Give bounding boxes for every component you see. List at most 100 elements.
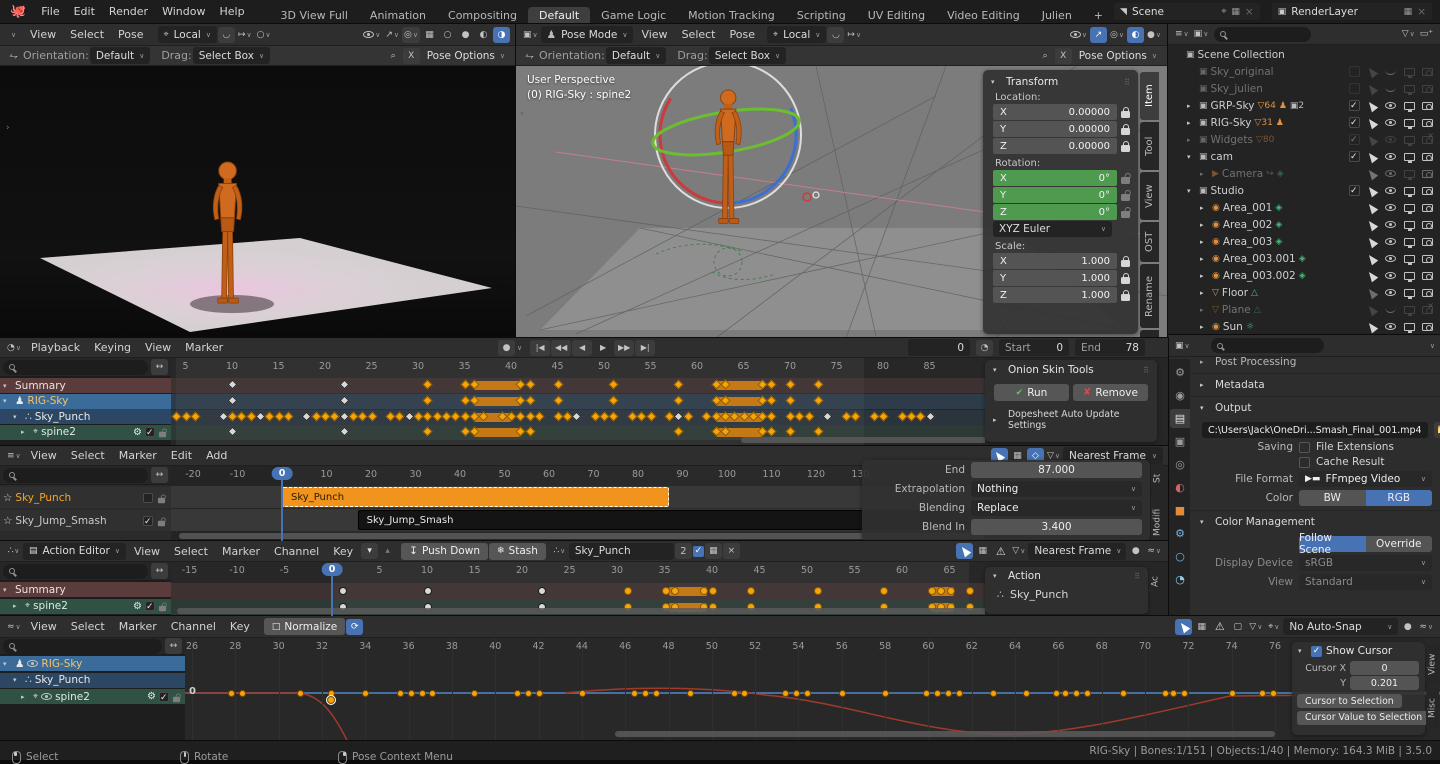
outliner-row-studio[interactable]: ▾▣Studio✓ [1168,182,1440,199]
ruler-tick[interactable]: 30 [611,565,623,576]
channel-search-input[interactable] [3,360,148,375]
menu-file[interactable]: File [34,4,66,19]
disclosure-icon[interactable]: ▾ [13,676,22,684]
disable-render-icon[interactable] [1422,187,1433,195]
menu-edit[interactable]: Edit [67,4,102,19]
disclosure-icon[interactable]: ▾ [13,413,22,421]
ruler-tick[interactable]: 50 [706,641,718,652]
keyframe-selected[interactable] [966,587,974,595]
menu-select[interactable]: Select [63,27,111,42]
disable-viewport-icon[interactable] [1404,289,1415,297]
override-button[interactable]: Override [1366,536,1433,552]
hide-eye-icon[interactable] [1385,221,1396,228]
outliner-row-sky-julien[interactable]: ▣Sky_julien [1168,80,1440,97]
disclosure-icon[interactable]: ▸ [1200,306,1209,314]
curve-keyframe[interactable] [239,690,246,697]
disable-render-icon[interactable] [1422,170,1433,178]
disable-viewport-icon[interactable] [1404,136,1415,144]
ruler-tick[interactable]: 36 [403,641,415,652]
keyframe-selected[interactable] [662,587,670,595]
render-layer-selector[interactable]: ▣ RenderLayer ▦ × [1272,3,1432,20]
disable-viewport-icon[interactable] [1404,272,1415,280]
hide-eye-icon[interactable] [1385,187,1396,194]
playhead[interactable] [331,576,333,616]
properties-tab-world[interactable]: ◐ [1170,478,1190,497]
gizmo-dropdown[interactable]: ↗ [1090,27,1107,43]
menu-select[interactable]: Select [167,544,215,559]
keyframe-selected[interactable] [814,587,822,595]
curve-keyframe[interactable] [956,690,963,697]
ruler-tick[interactable]: 10 [320,469,332,480]
play-button[interactable]: ▶ [593,340,613,356]
disable-render-icon[interactable] [1422,102,1433,110]
section-collapse-icon[interactable]: ▸ [1200,381,1209,389]
current-frame-indicator[interactable]: 0 [272,467,293,480]
proportional-edit-dropdown[interactable]: ○∨ [255,27,273,43]
ruler-tick[interactable]: 80 [632,469,644,480]
curve-keyframe[interactable] [525,690,532,697]
menu-help[interactable]: Help [212,4,251,19]
disclosure-icon[interactable]: ▾ [3,382,12,390]
ruler-tick[interactable]: 35 [658,565,670,576]
curve-keyframe[interactable] [536,690,543,697]
channel-sky-punch[interactable]: ▾∴Sky_Punch [0,409,171,424]
disclosure-icon[interactable]: ▸ [21,428,30,436]
star-icon[interactable]: ☆ [3,492,12,504]
disclosure-icon[interactable]: ▾ [1187,187,1196,195]
disable-viewport-icon[interactable] [1404,238,1415,246]
ruler-tick[interactable]: 68 [1096,641,1108,652]
ruler-tick[interactable]: 15 [272,361,284,372]
ruler-tick[interactable]: 55 [848,565,860,576]
hide-eye-icon[interactable] [1385,136,1396,143]
proportional-edit-dropdown[interactable]: ● [1399,619,1416,635]
disable-render-icon[interactable] [1422,221,1433,229]
unlink-action-button[interactable]: × [723,543,740,559]
pin-icon[interactable]: ⌖ [33,692,38,702]
disclosure-icon[interactable]: ▾ [3,660,12,668]
blend-in-field[interactable]: 3.400 [971,519,1142,535]
exclude-checkbox[interactable]: ✓ [1349,100,1360,111]
disclosure-icon[interactable]: ▸ [1200,170,1209,178]
channel-lock-icon[interactable] [159,432,166,438]
keyframe-selected[interactable] [937,587,945,595]
curve-keyframe[interactable] [228,690,235,697]
channel-search-input[interactable] [3,639,162,654]
stash-button[interactable]: ❄Stash [489,543,546,560]
ruler-tick[interactable]: 54 [792,641,804,652]
editor-type-dropdown[interactable]: ≡∨ [5,448,23,464]
menu-edit[interactable]: Edit [164,448,199,463]
outliner-row-widgets[interactable]: ▸▣Widgets▽80✓ [1168,131,1440,148]
exclude-checkbox[interactable]: ✓ [1349,134,1360,145]
new-collection-button[interactable]: ▭⁺ [1418,26,1435,42]
ruler-tick[interactable]: 30 [412,361,424,372]
disable-viewport-icon[interactable] [1404,85,1415,93]
box-select-icon[interactable]: ▦ [1193,619,1210,635]
ruler-tick[interactable]: 48 [662,641,674,652]
shading-menu[interactable]: ●∨ [1145,27,1163,43]
selectable-icon[interactable] [1366,150,1378,163]
ghost-curves-icon[interactable]: ▢ [1229,619,1246,635]
ruler-tick[interactable]: 70 [784,361,796,372]
hide-eye-icon[interactable] [1385,170,1396,177]
sidebar-tab-tool[interactable]: Tool [1140,122,1159,170]
curve-keyframe[interactable] [642,690,649,697]
action-keyframe-area[interactable]: -15-10-5051015202530354045505560650 [171,562,985,616]
ruler-tick[interactable]: 62 [966,641,978,652]
next-keyframe-button[interactable]: ▶▶ [614,340,634,356]
properties-search-input[interactable] [1211,338,1324,353]
pose-options-dropdown[interactable]: Pose Options∨ [1073,47,1163,64]
selectable-icon[interactable] [1366,99,1378,112]
channel-spine2[interactable]: ▸⌖spine2⚙✓ [0,425,171,440]
onion-run-button[interactable]: ✔Run [994,384,1069,401]
action-scrollbar[interactable] [177,608,985,614]
snap-toggle[interactable]: ◡ [218,27,235,43]
selectable-icon[interactable] [1366,320,1378,333]
disable-viewport-icon[interactable] [1404,323,1415,331]
ruler-tick[interactable]: 42 [533,641,545,652]
channel-lock-icon[interactable] [159,606,166,612]
channel-sky-punch[interactable]: ▾∴Sky_Punch [0,673,185,688]
menu-view[interactable]: View [24,619,64,634]
channel-summary[interactable]: ▾Summary [0,378,171,393]
disable-render-icon[interactable] [1422,306,1433,314]
menu-render[interactable]: Render [102,4,155,19]
